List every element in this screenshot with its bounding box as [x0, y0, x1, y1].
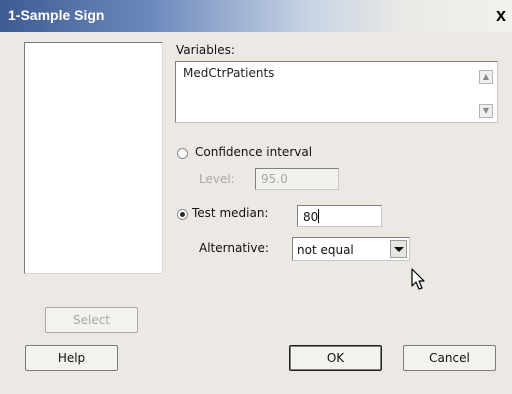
test-median-value: 80 — [303, 210, 319, 224]
level-field[interactable]: 95.0 — [255, 168, 339, 190]
alternative-value: not equal — [297, 243, 354, 257]
variables-input[interactable]: MedCtrPatients ▲ ▼ — [175, 61, 498, 123]
dialog-window: 1-Sample Sign x Variables: MedCtrPatient… — [0, 0, 512, 394]
help-button[interactable]: Help — [25, 345, 118, 371]
test-median-radio[interactable] — [177, 209, 188, 220]
scroll-down-icon[interactable]: ▼ — [479, 104, 493, 118]
window-title: 1-Sample Sign — [8, 7, 105, 23]
select-button[interactable]: Select — [45, 307, 138, 333]
chevron-down-icon[interactable] — [390, 240, 407, 258]
level-value: 95.0 — [261, 172, 288, 186]
test-median-field[interactable]: 80 — [297, 205, 382, 227]
ok-button[interactable]: OK — [289, 345, 382, 371]
variables-value: MedCtrPatients — [183, 66, 275, 80]
alternative-label: Alternative: — [199, 241, 269, 255]
alternative-dropdown[interactable]: not equal — [292, 237, 410, 261]
scroll-up-icon[interactable]: ▲ — [479, 70, 493, 84]
close-icon[interactable]: x — [490, 3, 512, 27]
mouse-pointer-icon — [411, 268, 425, 290]
radio-selected-dot — [180, 212, 185, 217]
level-label: Level: — [199, 172, 235, 186]
cancel-button[interactable]: Cancel — [403, 345, 496, 371]
confidence-interval-radio[interactable] — [177, 148, 188, 159]
text-caret — [318, 209, 320, 223]
title-bar: 1-Sample Sign x — [0, 0, 512, 32]
test-median-label: Test median: — [192, 206, 269, 220]
variable-list[interactable] — [24, 42, 163, 274]
confidence-interval-label: Confidence interval — [195, 145, 313, 159]
variables-label: Variables: — [176, 43, 235, 57]
